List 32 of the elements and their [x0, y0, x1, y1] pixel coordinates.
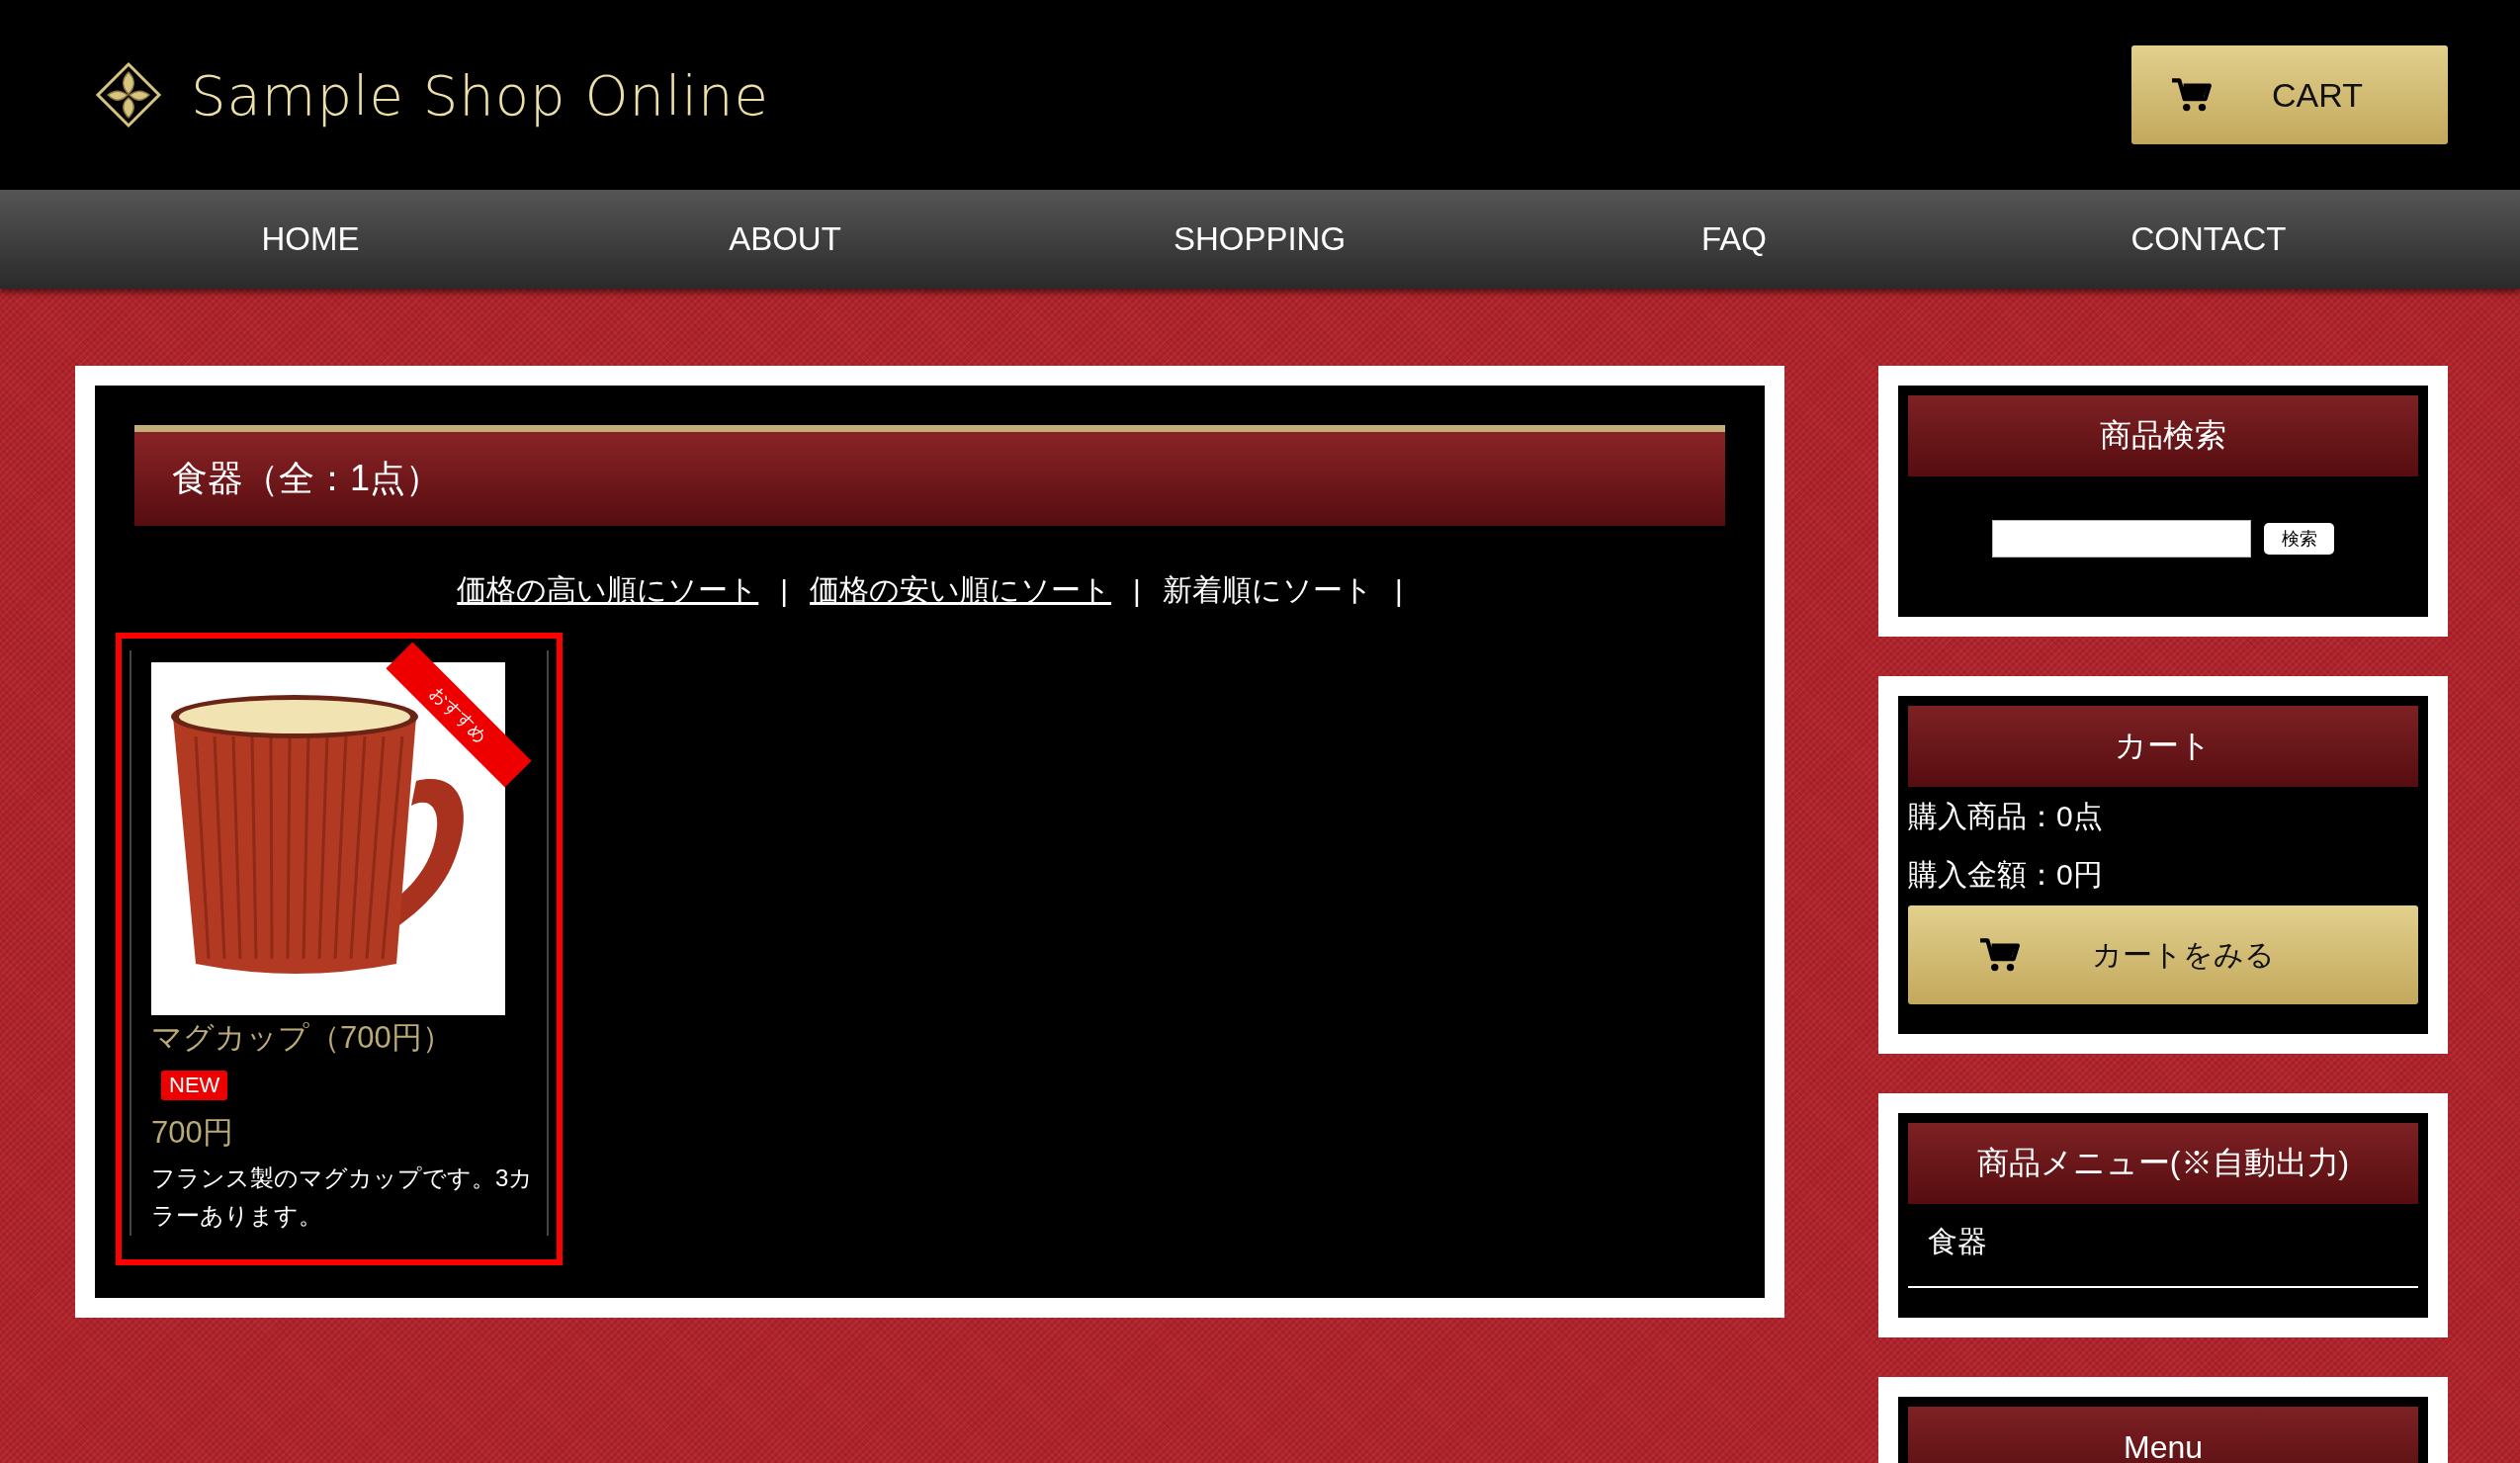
- sidebar-heading: カート: [1908, 706, 2418, 787]
- nav-link[interactable]: ABOUT: [548, 190, 1022, 289]
- new-badge: NEW: [161, 1071, 228, 1100]
- sidebar-heading: Menu: [1908, 1407, 2418, 1463]
- cart-button[interactable]: CART: [2131, 45, 2448, 144]
- product-card[interactable]: おすすめ マグカップ（700円） NEW 700円 フランス製のマグカップです。3カラーあります。: [116, 633, 563, 1265]
- nav-link[interactable]: SHOPPING: [1022, 190, 1497, 289]
- category-heading: 食器（全：1点）: [134, 425, 1725, 526]
- ornament-logo-icon: [94, 60, 163, 129]
- cart-icon: [1979, 937, 2021, 973]
- nav-link[interactable]: CONTACT: [1971, 190, 2446, 289]
- shop-logo[interactable]: Sample Shop Online: [191, 62, 770, 128]
- separator-text: |: [780, 573, 789, 608]
- nav-link[interactable]: FAQ: [1497, 190, 1971, 289]
- search-field[interactable]: [1992, 520, 2251, 558]
- view-cart-button[interactable]: カートをみる: [1908, 905, 2418, 1004]
- menu-link[interactable]: 食器: [1908, 1204, 2418, 1288]
- cart-summary-text: 購入商品：0点: [1908, 799, 2104, 834]
- sidebar-heading: 商品検索: [1908, 395, 2418, 476]
- product-name-link[interactable]: マグカップ（700円）: [151, 1017, 537, 1059]
- search-button[interactable]: 検索: [2264, 523, 2334, 555]
- sort-label: 新着順にソート: [1162, 572, 1373, 608]
- separator-text: |: [1394, 573, 1403, 608]
- product-description: フランス製のマグカップです。3カラーあります。: [151, 1163, 535, 1232]
- sort-link[interactable]: 価格の安い順にソート: [810, 570, 1112, 611]
- nav-link[interactable]: HOME: [73, 190, 548, 289]
- cart-summary-text: 購入金額：0円: [1908, 857, 2104, 893]
- separator-text: |: [1133, 573, 1141, 608]
- sort-link[interactable]: 価格の高い順にソート: [457, 570, 759, 611]
- product-price: 700円: [151, 1114, 234, 1152]
- sidebar-heading: 商品メニュー(※自動出力): [1908, 1123, 2418, 1204]
- cart-icon: [2171, 77, 2213, 113]
